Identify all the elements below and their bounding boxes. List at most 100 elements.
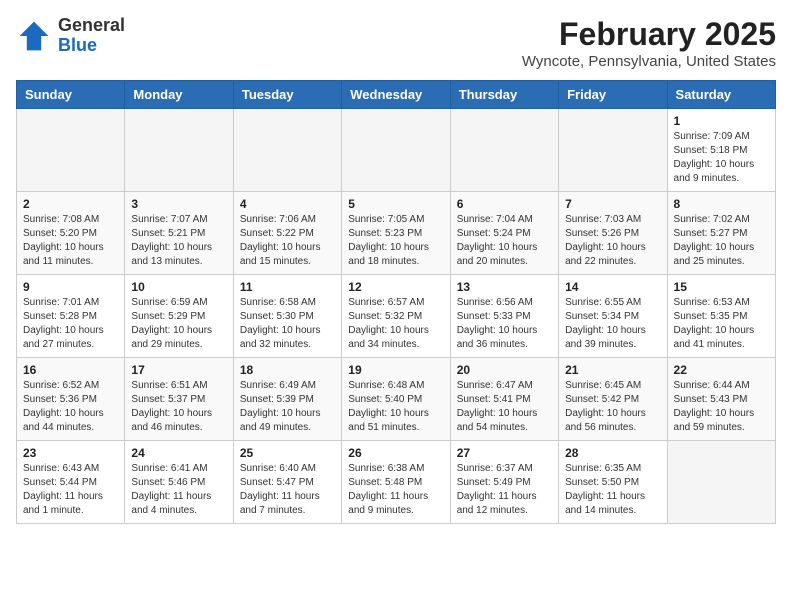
calendar-cell: 18Sunrise: 6:49 AM Sunset: 5:39 PM Dayli… [233,358,341,441]
day-info: Sunrise: 6:55 AM Sunset: 5:34 PM Dayligh… [565,296,660,352]
month-year-title: February 2025 [522,16,776,53]
calendar-cell: 2 Sunrise: 7:08 AM Sunset: 5:20 PM Daylig… [17,192,125,275]
calendar-cell: 5 Sunrise: 7:05 AM Sunset: 5:23 PM Daylig… [342,192,450,275]
day-info: Sunrise: 7:06 AM Sunset: 5:22 PM Dayligh… [240,213,335,269]
calendar-cell: 9 Sunrise: 7:01 AM Sunset: 5:28 PM Daylig… [17,275,125,358]
calendar-header-row: SundayMondayTuesdayWednesdayThursdayFrid… [17,81,776,109]
location-subtitle: Wyncote, Pennsylvania, United States [522,53,776,70]
day-number: 5 [348,197,443,211]
day-info: Sunrise: 7:02 AM Sunset: 5:27 PM Dayligh… [674,213,769,269]
day-number: 7 [565,197,660,211]
calendar-cell [342,109,450,192]
day-info: Sunrise: 6:43 AM Sunset: 5:44 PM Dayligh… [23,462,118,518]
weekday-header-tuesday: Tuesday [233,81,341,109]
calendar-week-row: 1 Sunrise: 7:09 AM Sunset: 5:18 PM Daylig… [17,109,776,192]
day-number: 18 [240,363,335,377]
calendar-cell: 10 Sunrise: 6:59 AM Sunset: 5:29 PM Dayli… [125,275,233,358]
calendar-week-row: 9 Sunrise: 7:01 AM Sunset: 5:28 PM Daylig… [17,275,776,358]
calendar-cell [233,109,341,192]
day-number: 20 [457,363,552,377]
day-info: Sunrise: 7:01 AM Sunset: 5:28 PM Dayligh… [23,296,118,352]
day-number: 10 [131,280,226,294]
day-info: Sunrise: 6:38 AM Sunset: 5:48 PM Dayligh… [348,462,443,518]
calendar-cell [17,109,125,192]
calendar-cell: 19Sunrise: 6:48 AM Sunset: 5:40 PM Dayli… [342,358,450,441]
day-number: 27 [457,446,552,460]
calendar-cell: 25Sunrise: 6:40 AM Sunset: 5:47 PM Dayli… [233,441,341,524]
logo-text: General Blue [58,16,125,56]
page-header: General Blue February 2025 Wyncote, Penn… [16,16,776,70]
day-info: Sunrise: 6:45 AM Sunset: 5:42 PM Dayligh… [565,379,660,435]
day-info: Sunrise: 7:07 AM Sunset: 5:21 PM Dayligh… [131,213,226,269]
day-info: Sunrise: 7:03 AM Sunset: 5:26 PM Dayligh… [565,213,660,269]
calendar-cell: 15Sunrise: 6:53 AM Sunset: 5:35 PM Dayli… [667,275,775,358]
weekday-header-saturday: Saturday [667,81,775,109]
weekday-header-wednesday: Wednesday [342,81,450,109]
calendar-cell: 11Sunrise: 6:58 AM Sunset: 5:30 PM Dayli… [233,275,341,358]
calendar-cell: 17 Sunrise: 6:51 AM Sunset: 5:37 PM Dayli… [125,358,233,441]
day-number: 17 [131,363,226,377]
day-number: 3 [131,197,226,211]
day-info: Sunrise: 7:08 AM Sunset: 5:20 PM Dayligh… [23,213,118,269]
day-number: 16 [23,363,118,377]
calendar-cell: 28 Sunrise: 6:35 AM Sunset: 5:50 PM Dayli… [559,441,667,524]
calendar-week-row: 2 Sunrise: 7:08 AM Sunset: 5:20 PM Daylig… [17,192,776,275]
day-number: 8 [674,197,769,211]
title-block: February 2025 Wyncote, Pennsylvania, Uni… [522,16,776,70]
day-number: 22 [674,363,769,377]
day-info: Sunrise: 7:04 AM Sunset: 5:24 PM Dayligh… [457,213,552,269]
calendar-cell [667,441,775,524]
calendar-cell: 4 Sunrise: 7:06 AM Sunset: 5:22 PM Daylig… [233,192,341,275]
calendar-cell: 3 Sunrise: 7:07 AM Sunset: 5:21 PM Daylig… [125,192,233,275]
calendar-cell [559,109,667,192]
day-number: 9 [23,280,118,294]
calendar-table: SundayMondayTuesdayWednesdayThursdayFrid… [16,80,776,524]
weekday-header-monday: Monday [125,81,233,109]
day-number: 12 [348,280,443,294]
calendar-cell: 16 Sunrise: 6:52 AM Sunset: 5:36 PM Dayli… [17,358,125,441]
day-info: Sunrise: 7:05 AM Sunset: 5:23 PM Dayligh… [348,213,443,269]
day-info: Sunrise: 6:56 AM Sunset: 5:33 PM Dayligh… [457,296,552,352]
weekday-header-friday: Friday [559,81,667,109]
calendar-cell: 27 Sunrise: 6:37 AM Sunset: 5:49 PM Dayli… [450,441,558,524]
day-number: 28 [565,446,660,460]
day-info: Sunrise: 6:37 AM Sunset: 5:49 PM Dayligh… [457,462,552,518]
calendar-cell: 20Sunrise: 6:47 AM Sunset: 5:41 PM Dayli… [450,358,558,441]
day-info: Sunrise: 6:52 AM Sunset: 5:36 PM Dayligh… [23,379,118,435]
calendar-cell: 6 Sunrise: 7:04 AM Sunset: 5:24 PM Daylig… [450,192,558,275]
calendar-cell: 22 Sunrise: 6:44 AM Sunset: 5:43 PM Dayli… [667,358,775,441]
day-number: 21 [565,363,660,377]
day-number: 25 [240,446,335,460]
day-info: Sunrise: 6:35 AM Sunset: 5:50 PM Dayligh… [565,462,660,518]
day-number: 6 [457,197,552,211]
calendar-cell: 21 Sunrise: 6:45 AM Sunset: 5:42 PM Dayli… [559,358,667,441]
day-number: 14 [565,280,660,294]
calendar-cell: 7 Sunrise: 7:03 AM Sunset: 5:26 PM Daylig… [559,192,667,275]
day-info: Sunrise: 6:44 AM Sunset: 5:43 PM Dayligh… [674,379,769,435]
day-info: Sunrise: 6:48 AM Sunset: 5:40 PM Dayligh… [348,379,443,435]
weekday-header-thursday: Thursday [450,81,558,109]
day-number: 11 [240,280,335,294]
calendar-cell: 23 Sunrise: 6:43 AM Sunset: 5:44 PM Dayli… [17,441,125,524]
calendar-cell: 14 Sunrise: 6:55 AM Sunset: 5:34 PM Dayli… [559,275,667,358]
calendar-cell: 13 Sunrise: 6:56 AM Sunset: 5:33 PM Dayli… [450,275,558,358]
calendar-cell: 26 Sunrise: 6:38 AM Sunset: 5:48 PM Dayli… [342,441,450,524]
day-info: Sunrise: 6:51 AM Sunset: 5:37 PM Dayligh… [131,379,226,435]
day-number: 13 [457,280,552,294]
day-info: Sunrise: 6:59 AM Sunset: 5:29 PM Dayligh… [131,296,226,352]
calendar-cell: 1 Sunrise: 7:09 AM Sunset: 5:18 PM Daylig… [667,109,775,192]
day-number: 2 [23,197,118,211]
logo-icon [16,18,52,54]
day-number: 24 [131,446,226,460]
day-number: 26 [348,446,443,460]
day-info: Sunrise: 6:41 AM Sunset: 5:46 PM Dayligh… [131,462,226,518]
day-info: Sunrise: 6:53 AM Sunset: 5:35 PM Dayligh… [674,296,769,352]
day-number: 23 [23,446,118,460]
calendar-cell: 12 Sunrise: 6:57 AM Sunset: 5:32 PM Dayli… [342,275,450,358]
day-number: 1 [674,114,769,128]
day-info: Sunrise: 7:09 AM Sunset: 5:18 PM Dayligh… [674,130,769,186]
weekday-header-sunday: Sunday [17,81,125,109]
calendar-cell: 24 Sunrise: 6:41 AM Sunset: 5:46 PM Dayli… [125,441,233,524]
day-number: 4 [240,197,335,211]
day-info: Sunrise: 6:57 AM Sunset: 5:32 PM Dayligh… [348,296,443,352]
